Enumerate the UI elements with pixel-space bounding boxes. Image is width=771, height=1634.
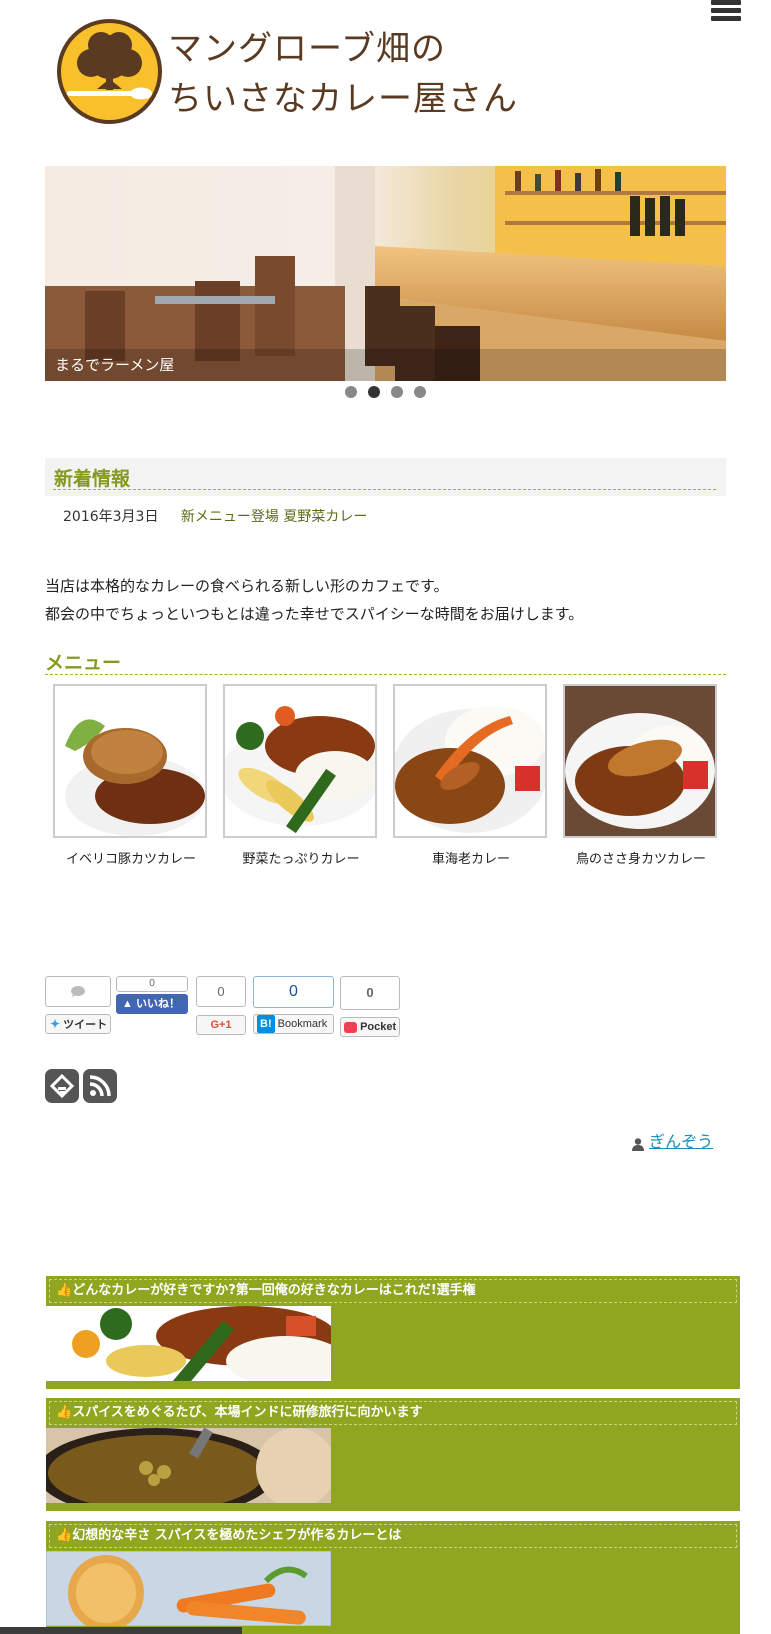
tree-and-spoon-logo[interactable] bbox=[57, 19, 162, 124]
news-section-header: 新着情報 bbox=[45, 458, 726, 496]
menu-item-image[interactable] bbox=[393, 684, 547, 838]
news-heading-divider bbox=[53, 489, 716, 490]
intro-line-2: 都会の中でちょっといつもとは違った幸せでスパイシーな時間をお届けします。 bbox=[45, 605, 584, 623]
author-link[interactable]: ぎんぞう bbox=[649, 1132, 713, 1151]
slider-dot-3[interactable] bbox=[391, 386, 403, 398]
facebook-like-button[interactable]: 0 ▲ いいね！ bbox=[116, 976, 188, 1016]
browser-status-bar bbox=[0, 1627, 242, 1634]
feedly-icon[interactable] bbox=[45, 1069, 79, 1103]
menu-item-image[interactable] bbox=[53, 684, 207, 838]
intro-line-1: 当店は本格的なカレーの食べられる新しい形のカフェです。 bbox=[45, 577, 449, 595]
related-post-thumbnail[interactable] bbox=[46, 1428, 331, 1503]
menu-item-label: 野菜たっぷりカレー bbox=[242, 852, 360, 867]
pocket-count: 0 bbox=[340, 976, 400, 1010]
pocket-label[interactable]: Pocket bbox=[340, 1017, 400, 1037]
menu-item-chicken-katsu-curry[interactable]: 鳥のささ身カツカレー bbox=[563, 684, 719, 867]
related-post-title[interactable]: 👍スパイスをめぐるたび、本場インドに研修旅行に向かいます bbox=[49, 1401, 737, 1425]
facebook-like-label[interactable]: ▲ いいね！ bbox=[116, 994, 188, 1014]
site-title-line2: ちいさなカレー屋さん bbox=[168, 79, 518, 119]
menu-item-label: イベリコ豚カツカレー bbox=[65, 852, 196, 867]
related-post-thumbnail[interactable] bbox=[46, 1551, 331, 1626]
comment-bubble-icon bbox=[45, 976, 111, 1007]
menu-item-vegetable-curry[interactable]: 野菜たっぷりカレー bbox=[223, 684, 379, 867]
menu-item-label: 車海老カレー bbox=[431, 852, 510, 867]
news-date: 2016年3月3日 bbox=[63, 509, 159, 525]
twitter-share-button[interactable]: ✦ ツイート bbox=[45, 976, 111, 1036]
slider-dot-4[interactable] bbox=[414, 386, 426, 398]
related-post-card[interactable]: 👍幻想的な辛さ スパイスを極めたシェフが作るカレーとは bbox=[46, 1521, 740, 1634]
site-title-line1: マングローブ畑の bbox=[168, 29, 446, 69]
post-author: ぎんぞう bbox=[632, 1128, 713, 1152]
gplus-label[interactable]: G+1 bbox=[196, 1015, 246, 1035]
hatena-count: 0 bbox=[253, 976, 334, 1008]
slider-dot-1[interactable] bbox=[345, 386, 357, 398]
gplus-share-button[interactable]: 0 G+1 bbox=[196, 976, 246, 1036]
news-item: 2016年3月3日 新メニュー登場 夏野菜カレー bbox=[63, 506, 367, 526]
related-post-title[interactable]: 👍幻想的な辛さ スパイスを極めたシェフが作るカレーとは bbox=[49, 1524, 737, 1548]
menu-heading-divider bbox=[45, 674, 726, 675]
gplus-count: 0 bbox=[196, 976, 246, 1007]
thumbs-up-icon: 👍 bbox=[56, 1528, 73, 1543]
hatena-b-icon: B! bbox=[257, 1015, 275, 1033]
twitter-bird-icon: ✦ bbox=[50, 1017, 61, 1031]
thumbs-up-icon: ▲ bbox=[122, 998, 133, 1010]
twitter-share-label[interactable]: ✦ ツイート bbox=[45, 1014, 111, 1034]
thumbs-up-icon: 👍 bbox=[56, 1283, 73, 1298]
rss-icon[interactable] bbox=[83, 1069, 117, 1103]
menu-item-image[interactable] bbox=[563, 684, 717, 838]
related-post-card[interactable]: 👍スパイスをめぐるたび、本場インドに研修旅行に向かいます bbox=[46, 1398, 740, 1511]
pocket-icon bbox=[344, 1021, 357, 1033]
thumbs-up-icon: 👍 bbox=[56, 1405, 73, 1420]
related-post-thumbnail[interactable] bbox=[46, 1306, 331, 1381]
slider-dot-2[interactable] bbox=[368, 386, 380, 398]
intro-text: 当店は本格的なカレーの食べられる新しい形のカフェです。 都会の中でちょっといつも… bbox=[45, 572, 583, 628]
related-post-card[interactable]: 👍どんなカレーが好きですか?第一回俺の好きなカレーはこれだ!選手権 bbox=[46, 1276, 740, 1389]
news-heading: 新着情報 bbox=[54, 468, 131, 490]
pocket-save-button[interactable]: 0 Pocket bbox=[340, 976, 400, 1038]
related-post-title[interactable]: 👍どんなカレーが好きですか?第一回俺の好きなカレーはこれだ!選手権 bbox=[49, 1279, 737, 1303]
slide-caption: まるでラーメン屋 bbox=[55, 356, 175, 374]
menu-item-iberico-katsu-curry[interactable]: イベリコ豚カツカレー bbox=[53, 684, 209, 867]
slider-pagination bbox=[345, 386, 426, 398]
hero-slider[interactable]: まるでラーメン屋 bbox=[45, 166, 726, 381]
hamburger-menu-icon[interactable] bbox=[711, 0, 741, 24]
site-title[interactable]: マングローブ畑の ちいさなカレー屋さん bbox=[168, 24, 518, 124]
user-icon bbox=[632, 1136, 644, 1151]
hatena-label[interactable]: B! Bookmark bbox=[253, 1014, 334, 1034]
menu-item-image[interactable] bbox=[223, 684, 377, 838]
menu-item-label: 鳥のささ身カツカレー bbox=[575, 852, 706, 867]
news-link[interactable]: 新メニュー登場 夏野菜カレー bbox=[181, 509, 367, 525]
facebook-like-count: 0 bbox=[116, 976, 188, 992]
hatena-bookmark-button[interactable]: 0 B! Bookmark bbox=[253, 976, 334, 1036]
menu-heading: メニュー bbox=[45, 652, 122, 674]
menu-item-shrimp-curry[interactable]: 車海老カレー bbox=[393, 684, 549, 867]
